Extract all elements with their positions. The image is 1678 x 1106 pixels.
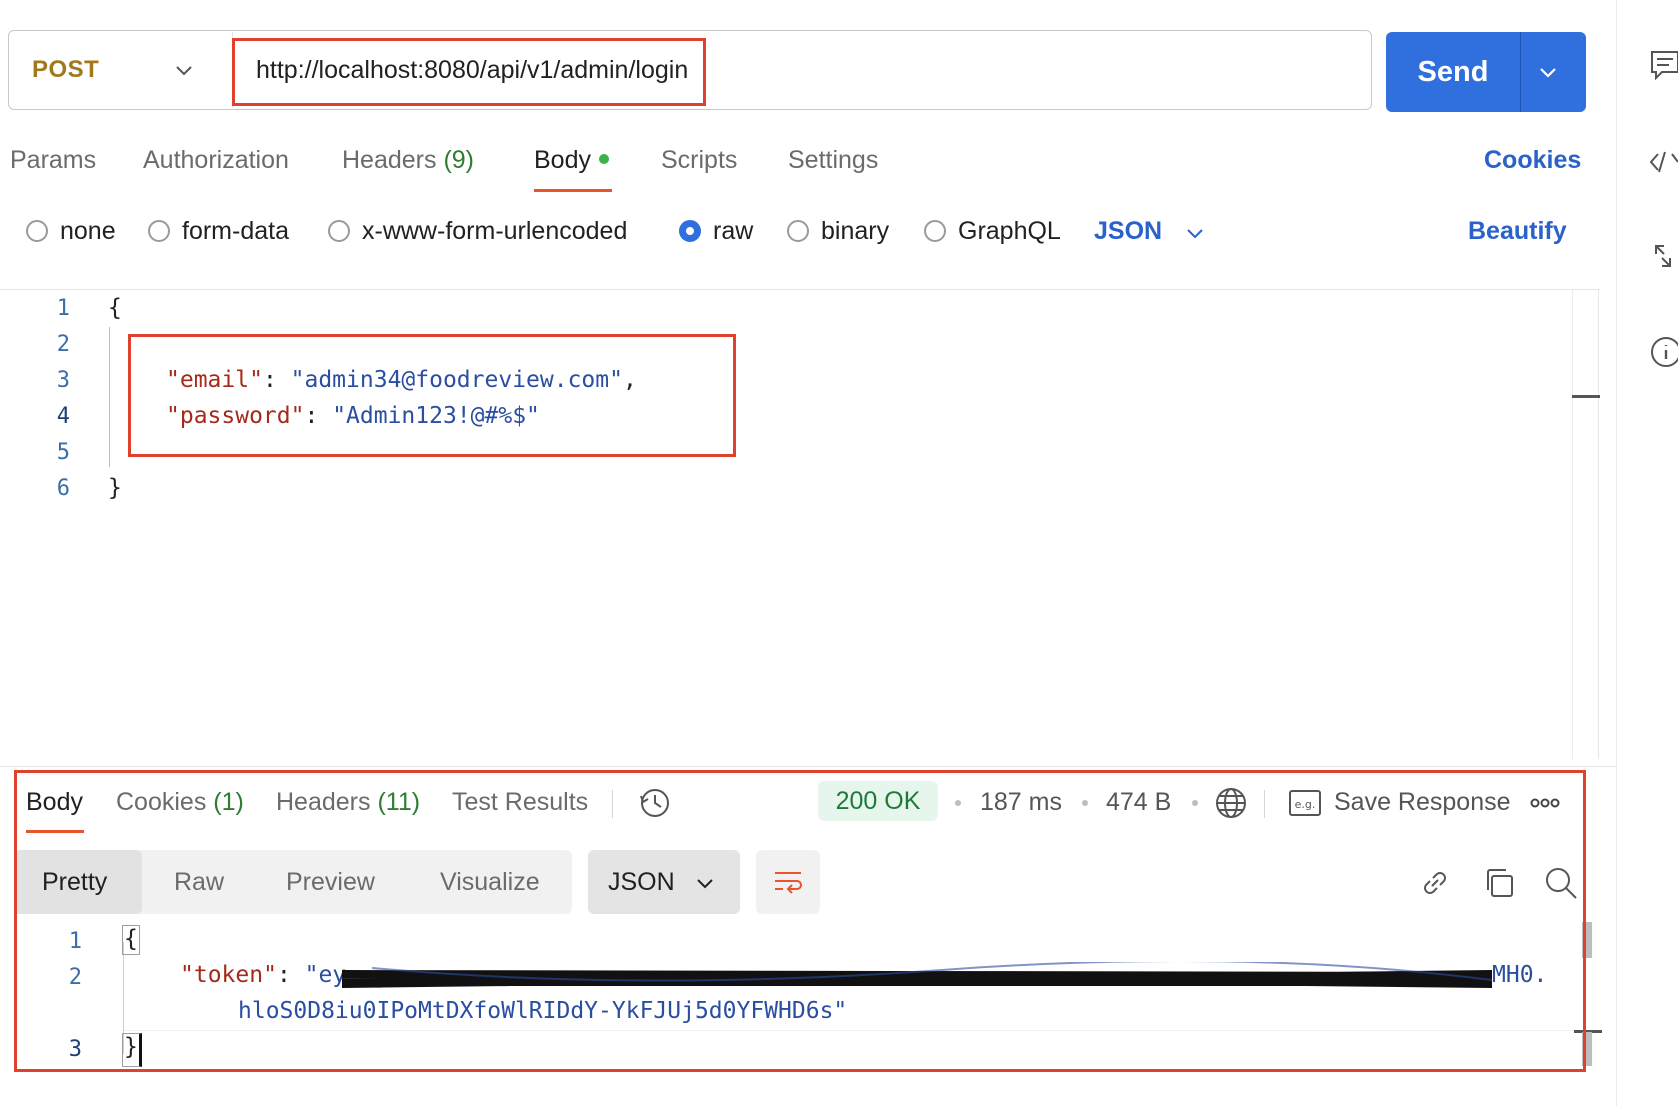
active-tab-indicator	[534, 189, 612, 192]
indent-guide	[109, 327, 110, 467]
line-number: 2	[56, 332, 70, 357]
comments-icon[interactable]	[1648, 48, 1678, 80]
cookies-link[interactable]: Cookies	[1484, 146, 1581, 175]
code-open-brace[interactable]: {	[108, 295, 122, 321]
response-annotation-box	[14, 770, 1586, 1072]
radio-graphql-label[interactable]: GraphQL	[958, 217, 1061, 246]
body-modified-dot	[598, 154, 609, 165]
tab-body[interactable]: Body	[534, 146, 609, 175]
editor-border-right	[1598, 289, 1599, 759]
line-number: 5	[56, 440, 70, 465]
response-divider	[0, 766, 1616, 767]
radio-graphql[interactable]	[924, 220, 946, 242]
info-icon[interactable]	[1648, 336, 1678, 368]
expand-icon[interactable]	[1648, 240, 1678, 272]
tab-headers[interactable]: Headers (9)	[342, 146, 474, 175]
line-number: 6	[56, 476, 70, 501]
radio-binary-label[interactable]: binary	[821, 217, 889, 246]
chevron-down-icon[interactable]	[1536, 60, 1560, 84]
radio-urlencoded[interactable]	[328, 220, 350, 242]
line-number: 4	[56, 404, 70, 429]
http-method-select[interactable]: POST	[32, 56, 99, 84]
radio-none[interactable]	[26, 220, 48, 242]
editor-border	[0, 289, 1600, 290]
body-annotation-box	[128, 334, 736, 457]
radio-none-label[interactable]: none	[60, 217, 116, 246]
tab-settings[interactable]: Settings	[788, 146, 878, 175]
chevron-down-icon[interactable]	[1184, 222, 1206, 244]
editor-scrollbar-track[interactable]	[1572, 289, 1573, 759]
body-language-select[interactable]: JSON	[1094, 217, 1162, 246]
line-number: 3	[56, 368, 70, 393]
beautify-button[interactable]: Beautify	[1468, 217, 1567, 246]
send-divider	[1520, 32, 1521, 112]
send-button-group[interactable]: Send	[1386, 32, 1586, 112]
chevron-down-icon[interactable]	[174, 60, 194, 80]
radio-form-data-label[interactable]: form-data	[182, 217, 289, 246]
tab-scripts[interactable]: Scripts	[661, 146, 737, 175]
headers-count: (9)	[443, 146, 475, 174]
tab-params[interactable]: Params	[10, 146, 96, 175]
editor-scroll-thumb[interactable]	[1572, 395, 1600, 398]
tab-headers-label: Headers	[342, 146, 437, 174]
code-icon[interactable]	[1648, 146, 1678, 178]
tab-body-label: Body	[534, 146, 591, 174]
send-button[interactable]: Send	[1386, 32, 1520, 112]
line-number: 1	[56, 296, 70, 321]
radio-urlencoded-label[interactable]: x-www-form-urlencoded	[362, 217, 627, 246]
right-rail-border	[1616, 0, 1617, 1106]
url-annotation-box	[232, 38, 706, 106]
radio-raw[interactable]	[679, 220, 701, 242]
code-close-brace[interactable]: }	[108, 475, 122, 501]
tab-authorization[interactable]: Authorization	[143, 146, 289, 175]
radio-form-data[interactable]	[148, 220, 170, 242]
radio-binary[interactable]	[787, 220, 809, 242]
radio-raw-label[interactable]: raw	[713, 217, 753, 246]
